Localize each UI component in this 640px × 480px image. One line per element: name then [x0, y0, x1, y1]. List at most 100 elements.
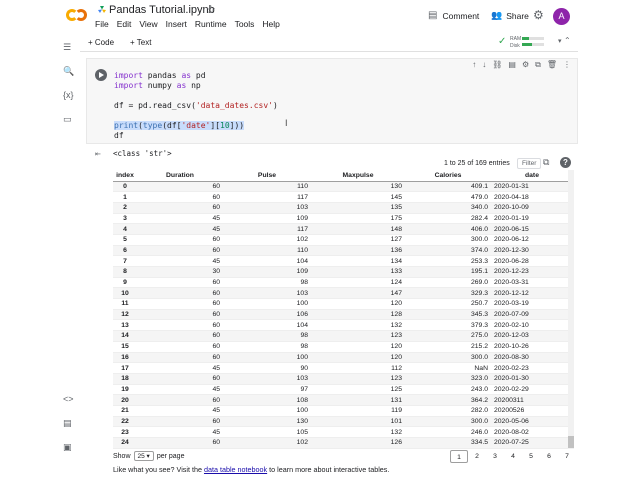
- per-page-label: per page: [156, 452, 185, 460]
- data-table-notebook-link[interactable]: data table notebook: [204, 465, 267, 474]
- table-scrollbar[interactable]: [568, 170, 574, 449]
- column-header[interactable]: Pulse: [223, 170, 311, 182]
- column-header[interactable]: date: [491, 170, 573, 182]
- chevron-down-icon[interactable]: ▾: [558, 37, 562, 45]
- notebook-title[interactable]: Pandas Tutorial.ipynb: [109, 4, 215, 16]
- table-row[interactable]: 17 45 90 112 NaN 2020-02-23: [113, 362, 573, 374]
- table-row[interactable]: 11 60 100 120 250.7 2020-03-19: [113, 298, 573, 310]
- table-row[interactable]: 5 60 102 127 300.0 2020-06-12: [113, 234, 573, 246]
- code-editor[interactable]: import pandas as pd import numpy as np d…: [114, 71, 278, 141]
- colab-logo[interactable]: [66, 7, 88, 23]
- column-header[interactable]: Calories: [405, 170, 491, 182]
- settings-icon[interactable]: ⚙: [522, 60, 529, 70]
- table-row[interactable]: 6 60 110 136 374.0 2020-12-30: [113, 245, 573, 257]
- comment-label: Comment: [442, 10, 480, 21]
- table-row[interactable]: 9 60 98 124 269.0 2020-03-31: [113, 277, 573, 289]
- column-header[interactable]: Duration: [137, 170, 223, 182]
- menu-file[interactable]: File: [95, 19, 109, 29]
- table-row[interactable]: 23 45 105 132 246.0 2020-08-02: [113, 426, 573, 438]
- collapse-icon[interactable]: ⌃: [564, 36, 571, 45]
- table-cell: 2020-12-12: [491, 287, 573, 300]
- comment-button[interactable]: ▤ Comment: [428, 10, 479, 21]
- table-cell: 110: [223, 181, 311, 193]
- table-row[interactable]: 3 45 109 175 282.4 2020-01-19: [113, 213, 573, 225]
- table-cell: 275.0: [405, 330, 491, 342]
- column-header[interactable]: index: [113, 170, 137, 182]
- table-row[interactable]: 1 60 117 145 479.0 2020-04-18: [113, 191, 573, 203]
- page-button[interactable]: 5: [522, 450, 540, 463]
- add-code-button[interactable]: + Code: [88, 38, 114, 47]
- help-icon[interactable]: ?: [560, 157, 571, 168]
- mirror-icon[interactable]: ⧉: [535, 60, 541, 70]
- page-size-select[interactable]: 25 ▾: [133, 451, 154, 461]
- resource-labels[interactable]: RAM Disk: [510, 36, 521, 50]
- scrollbar-thumb[interactable]: [568, 436, 574, 448]
- table-cell: 21: [113, 405, 137, 417]
- move-down-icon[interactable]: ↓: [482, 60, 486, 70]
- table-row[interactable]: 16 60 100 120 300.0 2020-08-30: [113, 352, 573, 364]
- move-up-icon[interactable]: ↑: [472, 60, 476, 70]
- add-text-button[interactable]: + Text: [130, 38, 151, 47]
- star-icon[interactable]: ☆: [206, 3, 216, 16]
- table-row[interactable]: 8 30 109 133 195.1 2020-12-23: [113, 266, 573, 278]
- table-row[interactable]: 0 60 110 130 409.1 2020-01-31: [113, 181, 573, 193]
- page-button[interactable]: 3: [486, 450, 504, 463]
- folder-icon[interactable]: ▭: [63, 114, 72, 125]
- resource-meter[interactable]: [522, 37, 544, 49]
- table-row[interactable]: 22 60 130 101 300.0 2020-05-06: [113, 416, 573, 428]
- table-row[interactable]: 19 45 97 125 243.0 2020-02-29: [113, 384, 573, 396]
- table-cell: 45: [137, 223, 223, 235]
- menu-insert[interactable]: Insert: [166, 19, 187, 29]
- column-header[interactable]: Maxpulse: [311, 170, 405, 182]
- variables-icon[interactable]: {x}: [63, 90, 74, 100]
- table-row[interactable]: 14 60 98 123 275.0 2020-12-03: [113, 330, 573, 342]
- table-row[interactable]: 20 60 108 131 364.2 20200311: [113, 394, 573, 406]
- link-icon[interactable]: ⛓: [492, 60, 502, 70]
- table-row[interactable]: 18 60 103 123 323.0 2020-01-30: [113, 373, 573, 385]
- share-button[interactable]: 👥 Share: [491, 10, 529, 21]
- menu-runtime[interactable]: Runtime: [195, 19, 227, 29]
- more-icon[interactable]: ⋮: [563, 60, 571, 70]
- gear-icon[interactable]: ⚙: [533, 8, 544, 22]
- toc-icon[interactable]: ☰: [63, 42, 71, 53]
- table-row[interactable]: 13 60 104 132 379.3 2020-02-10: [113, 319, 573, 332]
- table-cell: 127: [311, 234, 405, 246]
- code-cell[interactable]: ↑ ↓ ⛓ ▤ ⚙ ⧉ 🗑 ⋮ import pandas as pd impo…: [86, 58, 578, 144]
- table-cell: 98: [223, 277, 311, 289]
- delete-icon[interactable]: 🗑: [547, 60, 557, 70]
- filter-button[interactable]: Filter: [517, 158, 542, 169]
- table-row[interactable]: 10 60 103 147 329.3 2020-12-12: [113, 287, 573, 300]
- comment-cell-icon[interactable]: ▤: [508, 60, 516, 70]
- table-cell: 340.0: [405, 202, 491, 214]
- menu-help[interactable]: Help: [262, 19, 279, 29]
- page-button[interactable]: 1: [450, 450, 468, 463]
- terminal-icon[interactable]: ▣: [63, 442, 72, 453]
- page-button[interactable]: 6: [540, 450, 558, 463]
- table-cell: 215.2: [405, 341, 491, 353]
- table-row[interactable]: 15 60 98 120 215.2 2020-10-26: [113, 341, 573, 353]
- page-button[interactable]: 2: [468, 450, 486, 463]
- run-cell-button[interactable]: [95, 69, 107, 81]
- hint-suffix: to learn more about interactive tables.: [269, 465, 390, 474]
- table-row[interactable]: 7 45 104 134 253.3 2020-06-28: [113, 255, 573, 267]
- menu-tools[interactable]: Tools: [235, 19, 255, 29]
- table-cell: 24: [113, 437, 137, 449]
- code-snippets-icon[interactable]: <>: [63, 394, 74, 404]
- output-icon[interactable]: ⇤: [95, 150, 101, 158]
- copy-icon[interactable]: ⧉: [543, 157, 549, 168]
- table-cell: 329.3: [405, 287, 491, 300]
- command-palette-icon[interactable]: ▤: [63, 418, 72, 429]
- table-row[interactable]: 4 45 117 148 406.0 2020-06-15: [113, 223, 573, 235]
- avatar[interactable]: A: [553, 8, 570, 25]
- table-row[interactable]: 24 60 102 126 334.5 2020-07-25: [113, 437, 573, 449]
- table-cell: 11: [113, 298, 137, 310]
- table-row[interactable]: 2 60 103 135 340.0 2020-10-09: [113, 202, 573, 214]
- table-cell: 23: [113, 426, 137, 438]
- menu-edit[interactable]: Edit: [117, 19, 132, 29]
- table-row[interactable]: 21 45 100 119 282.0 20200526: [113, 405, 573, 417]
- table-row[interactable]: 12 60 106 128 345.3 2020-07-09: [113, 309, 573, 321]
- page-button[interactable]: 7: [558, 450, 576, 463]
- search-icon[interactable]: 🔍: [63, 66, 74, 77]
- page-button[interactable]: 4: [504, 450, 522, 463]
- menu-view[interactable]: View: [139, 19, 157, 29]
